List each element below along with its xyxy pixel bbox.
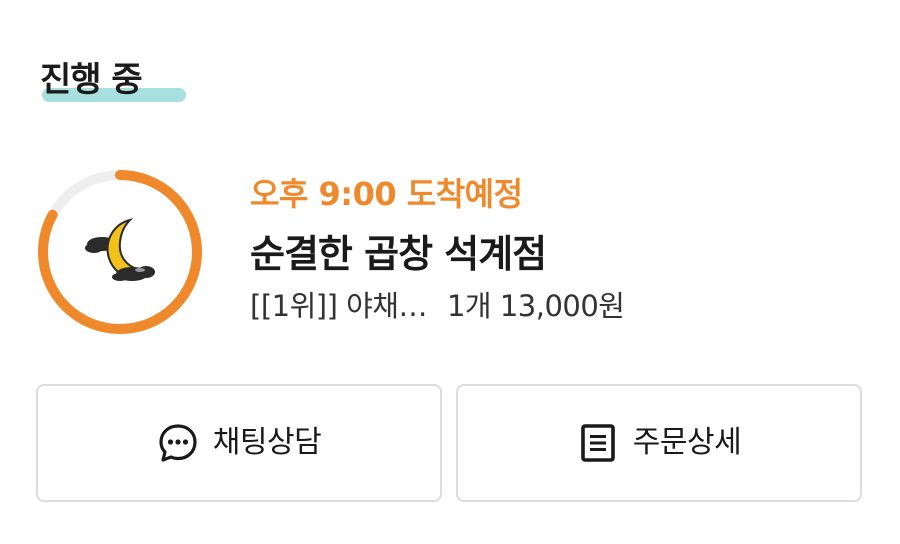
section-title: 진행 중	[40, 60, 143, 100]
store-logo	[85, 218, 155, 281]
order-quantity: 1개	[446, 289, 492, 323]
order-price: 13,000원	[499, 289, 625, 323]
order-detail-label: 주문상세	[632, 425, 742, 460]
order-summary: [[1위]] 야채… 1개 13,000원	[250, 284, 850, 328]
order-actions: 채팅상담 주문상세	[36, 384, 866, 504]
order-item-name: [[1위]] 야채…	[250, 289, 427, 323]
order-card[interactable]: 오후 9:00 도착예정 순결한 곱창 석계점 [[1위]] 야채… 1개 13,…	[34, 166, 864, 346]
chat-consult-button[interactable]: 채팅상담	[36, 384, 442, 502]
chat-bubble-icon	[159, 424, 197, 462]
order-detail-button[interactable]: 주문상세	[456, 384, 862, 502]
section-header: 진행 중	[40, 58, 186, 108]
document-icon	[580, 424, 615, 462]
order-info: 오후 9:00 도착예정 순결한 곱창 석계점 [[1위]] 야채… 1개 13,…	[250, 170, 850, 328]
chat-consult-label: 채팅상담	[212, 425, 322, 460]
store-name: 순결한 곱창 석계점	[250, 232, 547, 276]
arrival-eta: 오후 9:00 도착예정	[250, 175, 523, 213]
